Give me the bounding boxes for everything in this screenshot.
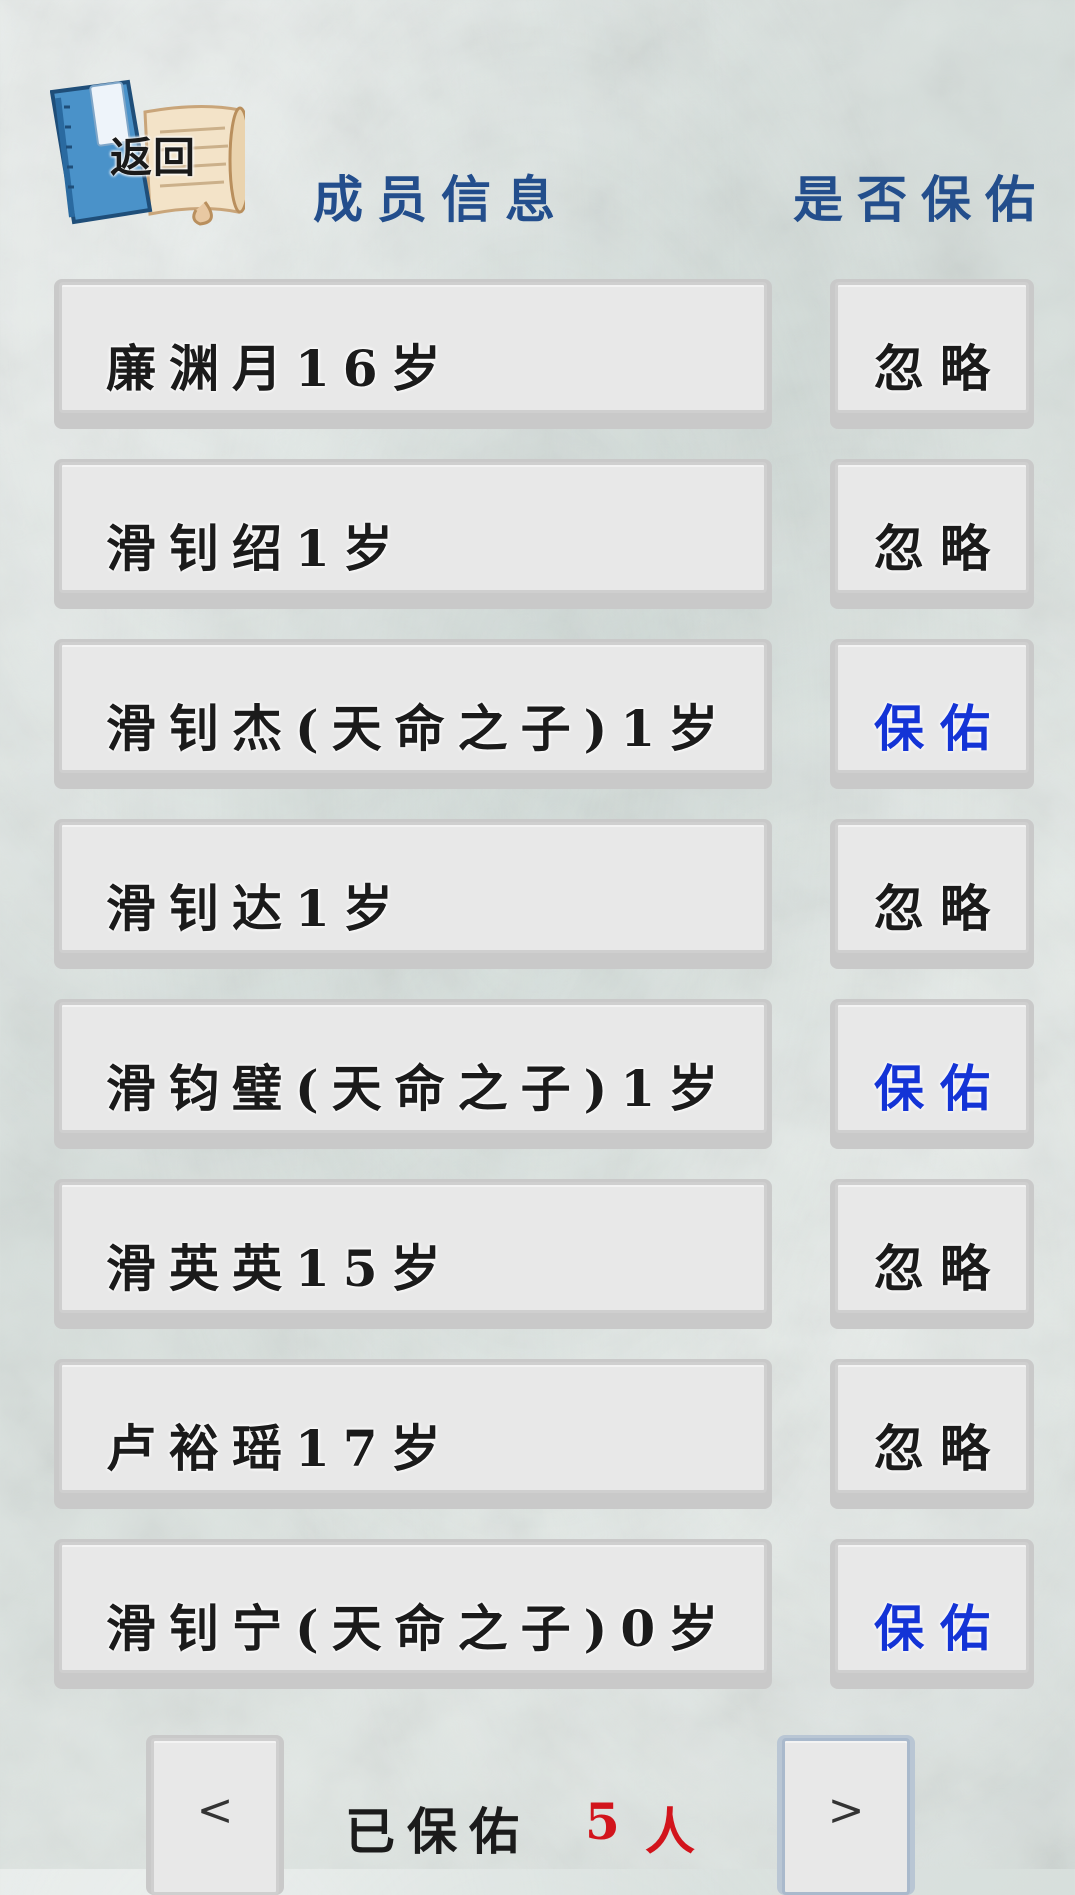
status-label: 保佑 [874,1599,1006,1658]
prev-page-button[interactable]: < [146,1735,284,1895]
status-toggle-button[interactable]: 忽略 [830,279,1034,429]
status-label: 忽略 [874,519,1006,578]
member-info-box: 廉渊月16岁 [54,279,772,429]
member-row: 卢裕瑶17岁 忽略 [54,1359,1034,1509]
member-row: 廉渊月16岁 忽略 [54,279,1034,429]
member-name: 廉渊月16岁 [106,339,454,398]
status-label: 忽略 [874,1419,1006,1478]
member-info-box: 滑英英15岁 [54,1179,772,1329]
member-row: 滑钊宁(天命之子)0岁 保佑 [54,1539,1034,1689]
status-toggle-button[interactable]: 忽略 [830,459,1034,609]
protected-count-label: 已保佑 [345,1802,531,1861]
status-label: 保佑 [874,1059,1006,1118]
status-label: 保佑 [874,699,1006,758]
chevron-left-icon: < [196,1785,234,1836]
protect-heading: 是否保佑 [793,170,1049,229]
member-name: 滑钊达1岁 [106,879,406,938]
member-info-box: 滑钊绍1岁 [54,459,772,609]
member-info-box: 滑钊宁(天命之子)0岁 [54,1539,772,1689]
member-name: 滑钊杰(天命之子)1岁 [106,699,732,758]
member-row: 滑钊杰(天命之子)1岁 保佑 [54,639,1034,789]
status-label: 忽略 [874,1239,1006,1298]
member-info-box: 滑钧璧(天命之子)1岁 [54,999,772,1149]
status-toggle-button[interactable]: 忽略 [830,819,1034,969]
member-info-box: 滑钊达1岁 [54,819,772,969]
member-name: 滑钊绍1岁 [106,519,406,578]
status-label: 忽略 [874,339,1006,398]
member-info-box: 滑钊杰(天命之子)1岁 [54,639,772,789]
status-toggle-button[interactable]: 忽略 [830,1359,1034,1509]
member-row: 滑英英15岁 忽略 [54,1179,1034,1329]
back-button[interactable]: 返回 [50,72,245,232]
member-name: 滑钧璧(天命之子)1岁 [106,1059,732,1118]
member-row: 滑钊达1岁 忽略 [54,819,1034,969]
member-row: 滑钊绍1岁 忽略 [54,459,1034,609]
member-info-heading: 成员信息 [313,170,569,229]
back-label: 返回 [110,133,197,182]
status-toggle-button[interactable]: 保佑 [830,999,1034,1149]
status-label: 忽略 [874,879,1006,938]
member-info-box: 卢裕瑶17岁 [54,1359,772,1509]
status-toggle-button[interactable]: 忽略 [830,1179,1034,1329]
status-toggle-button[interactable]: 保佑 [830,639,1034,789]
status-toggle-button[interactable]: 保佑 [830,1539,1034,1689]
member-name: 卢裕瑶17岁 [106,1419,454,1478]
member-name: 滑钊宁(天命之子)0岁 [106,1599,732,1658]
protected-count-value: 5 [585,1792,620,1851]
protected-count-unit: 人 [645,1802,695,1861]
member-name: 滑英英15岁 [106,1239,454,1298]
next-page-button[interactable]: > [777,1735,915,1895]
chevron-right-icon: > [827,1785,865,1836]
member-row: 滑钧璧(天命之子)1岁 保佑 [54,999,1034,1149]
